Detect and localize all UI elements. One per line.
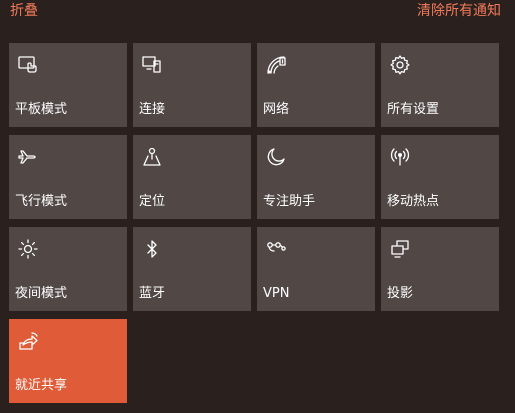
vpn-icon xyxy=(265,238,287,260)
tile-bluetooth[interactable]: 蓝牙 xyxy=(133,227,251,311)
location-icon xyxy=(141,146,163,168)
hotspot-icon xyxy=(389,146,411,168)
quick-actions-grid: 平板模式 连接 网络 所有设置 飞行模式 定位 专注助手 移动热点 夜间模式 蓝… xyxy=(9,43,501,403)
tile-focus-assist[interactable]: 专注助手 xyxy=(257,135,375,219)
collapse-button[interactable]: 折叠 xyxy=(10,2,38,20)
tile-nearby-sharing[interactable]: 就近共享 xyxy=(9,319,127,403)
brightness-icon xyxy=(17,238,39,260)
tile-night-light[interactable]: 夜间模式 xyxy=(9,227,127,311)
project-icon xyxy=(389,238,411,260)
tablet-mode-icon xyxy=(17,54,39,76)
tile-label: 夜间模式 xyxy=(15,286,68,301)
tile-label: 投影 xyxy=(387,286,414,301)
airplane-icon xyxy=(17,146,39,168)
tile-label: 网络 xyxy=(263,102,290,117)
network-icon xyxy=(265,54,287,76)
nearby-share-icon xyxy=(17,330,39,352)
tile-project[interactable]: 投影 xyxy=(381,227,499,311)
tile-label: 连接 xyxy=(139,102,166,117)
tile-label: 就近共享 xyxy=(15,378,68,393)
tile-network[interactable]: 网络 xyxy=(257,43,375,127)
moon-icon xyxy=(265,146,287,168)
tile-location[interactable]: 定位 xyxy=(133,135,251,219)
tile-tablet-mode[interactable]: 平板模式 xyxy=(9,43,127,127)
tile-mobile-hotspot[interactable]: 移动热点 xyxy=(381,135,499,219)
tile-connect[interactable]: 连接 xyxy=(133,43,251,127)
tile-label: 定位 xyxy=(139,194,166,209)
tile-label: 蓝牙 xyxy=(139,286,166,301)
tile-label: 平板模式 xyxy=(15,102,68,117)
tile-airplane-mode[interactable]: 飞行模式 xyxy=(9,135,127,219)
tile-label: 所有设置 xyxy=(387,102,440,117)
tile-label: VPN xyxy=(263,286,290,301)
action-center-header: 折叠 清除所有通知 xyxy=(0,0,515,30)
bluetooth-icon xyxy=(141,238,163,260)
tile-all-settings[interactable]: 所有设置 xyxy=(381,43,499,127)
tile-label: 飞行模式 xyxy=(15,194,68,209)
tile-vpn[interactable]: VPN xyxy=(257,227,375,311)
tile-label: 专注助手 xyxy=(263,194,316,209)
gear-icon xyxy=(389,54,411,76)
clear-all-notifications-button[interactable]: 清除所有通知 xyxy=(417,2,501,20)
tile-label: 移动热点 xyxy=(387,194,440,209)
connect-icon xyxy=(141,54,163,76)
